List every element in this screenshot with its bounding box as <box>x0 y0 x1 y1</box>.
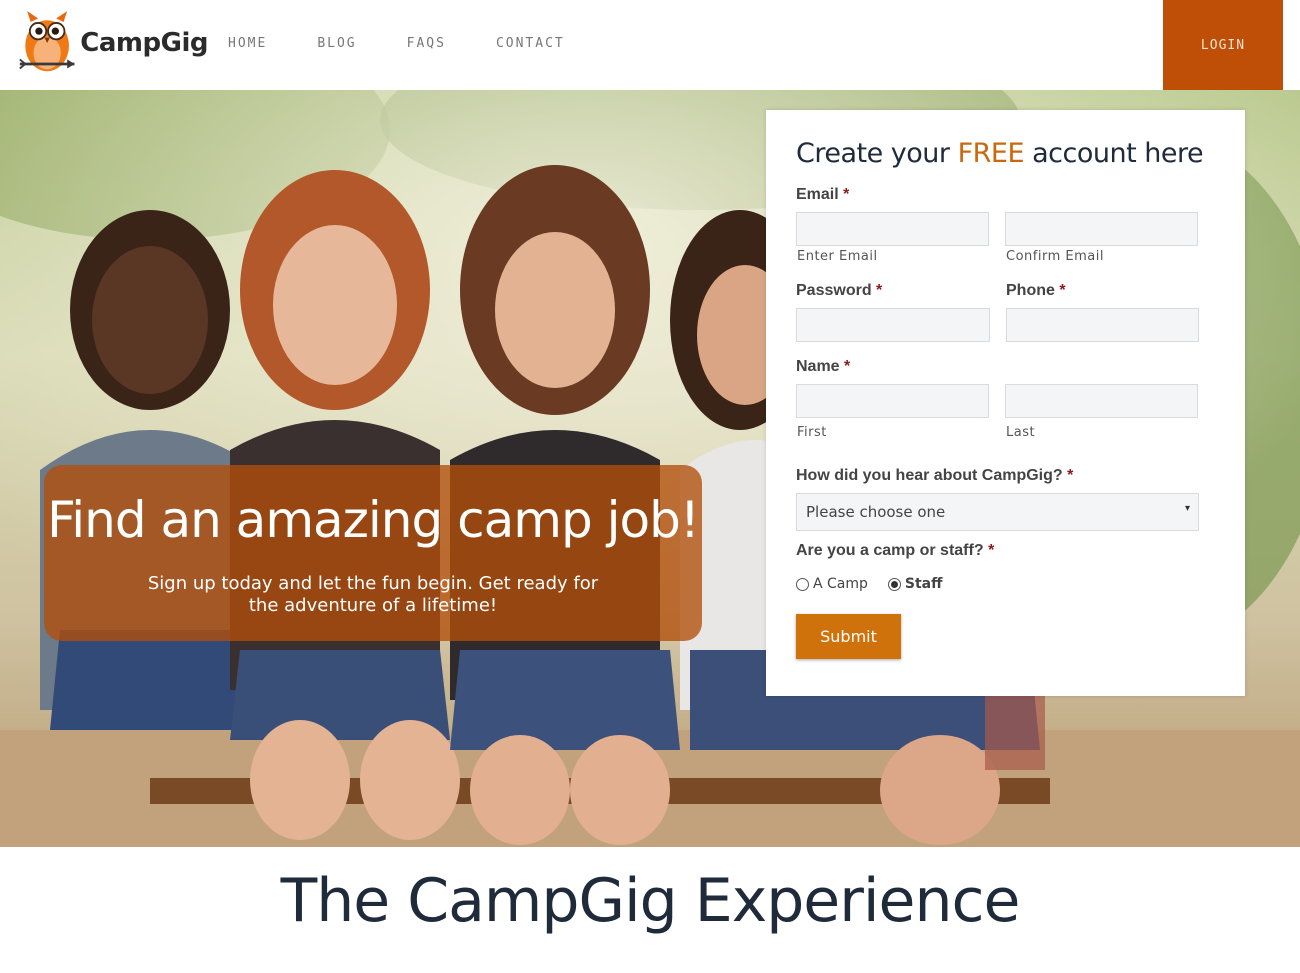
name-label: Name * <box>796 358 850 376</box>
signup-form: Create your FREE account here Email * En… <box>766 110 1245 696</box>
confirm-email-input[interactable] <box>1005 212 1198 246</box>
role-radio-group: A Camp Staff <box>796 576 962 592</box>
required-mark: * <box>1067 467 1074 484</box>
main-nav: HOME BLOG FAQS CONTACT <box>228 36 615 51</box>
campgig-logo[interactable]: CampGig <box>18 6 208 80</box>
email-input[interactable] <box>796 212 989 246</box>
first-name-hint: First <box>797 425 827 440</box>
required-mark: * <box>844 358 851 375</box>
radio-camp[interactable] <box>796 577 809 591</box>
last-name-input[interactable] <box>1005 384 1198 418</box>
radio-staff-label[interactable]: Staff <box>905 576 943 592</box>
email-label-text: Email <box>796 186 839 203</box>
phone-label: Phone * <box>1006 282 1066 300</box>
phone-label-text: Phone <box>1006 282 1055 299</box>
hear-about-label: How did you hear about CampGig? * <box>796 467 1073 485</box>
last-name-hint: Last <box>1006 425 1036 440</box>
required-mark: * <box>843 186 850 203</box>
required-mark: * <box>1059 282 1066 299</box>
first-name-input[interactable] <box>796 384 989 418</box>
hero-headline: Find an amazing camp job! <box>47 491 700 549</box>
confirm-email-hint: Confirm Email <box>1006 249 1104 264</box>
required-mark: * <box>988 542 995 559</box>
headline-panel: Find an amazing camp job! Sign up today … <box>44 465 702 641</box>
radio-staff[interactable] <box>887 577 901 591</box>
radio-camp-label[interactable]: A Camp <box>813 576 868 592</box>
nav-home[interactable]: HOME <box>228 36 267 51</box>
role-label: Are you a camp or staff? * <box>796 542 994 560</box>
password-label: Password * <box>796 282 882 300</box>
hero-subline: Sign up today and let the fun begin. Get… <box>147 573 599 616</box>
nav-blog[interactable]: BLOG <box>317 36 356 51</box>
email-hint: Enter Email <box>797 249 878 264</box>
form-title: Create your FREE account here <box>796 138 1204 169</box>
password-input[interactable] <box>796 308 990 342</box>
logo-text: CampGig <box>80 28 208 58</box>
owl-logo-icon <box>19 11 75 72</box>
form-title-start: Create your <box>796 138 958 169</box>
required-mark: * <box>876 282 883 299</box>
email-label: Email * <box>796 186 849 204</box>
form-title-end: account here <box>1024 138 1204 169</box>
name-label-text: Name <box>796 358 840 375</box>
submit-button[interactable]: Submit <box>796 614 901 659</box>
phone-input[interactable] <box>1006 308 1199 342</box>
experience-heading: The CampGig Experience <box>280 866 1021 936</box>
login-button[interactable]: LOGIN <box>1163 0 1283 90</box>
form-title-free: FREE <box>957 138 1025 169</box>
nav-faqs[interactable]: FAQS <box>407 36 446 51</box>
password-label-text: Password <box>796 282 872 299</box>
role-label-text: Are you a camp or staff? <box>796 542 984 559</box>
hear-about-select[interactable]: Please choose one ▾ <box>796 493 1199 531</box>
hear-about-selected: Please choose one <box>806 503 946 521</box>
hear-about-label-text: How did you hear about CampGig? <box>796 467 1063 484</box>
caret-down-icon: ▾ <box>1184 503 1190 514</box>
nav-contact[interactable]: CONTACT <box>496 36 565 51</box>
site-header: CampGig HOME BLOG FAQS CONTACT LOGIN <box>0 0 1300 90</box>
